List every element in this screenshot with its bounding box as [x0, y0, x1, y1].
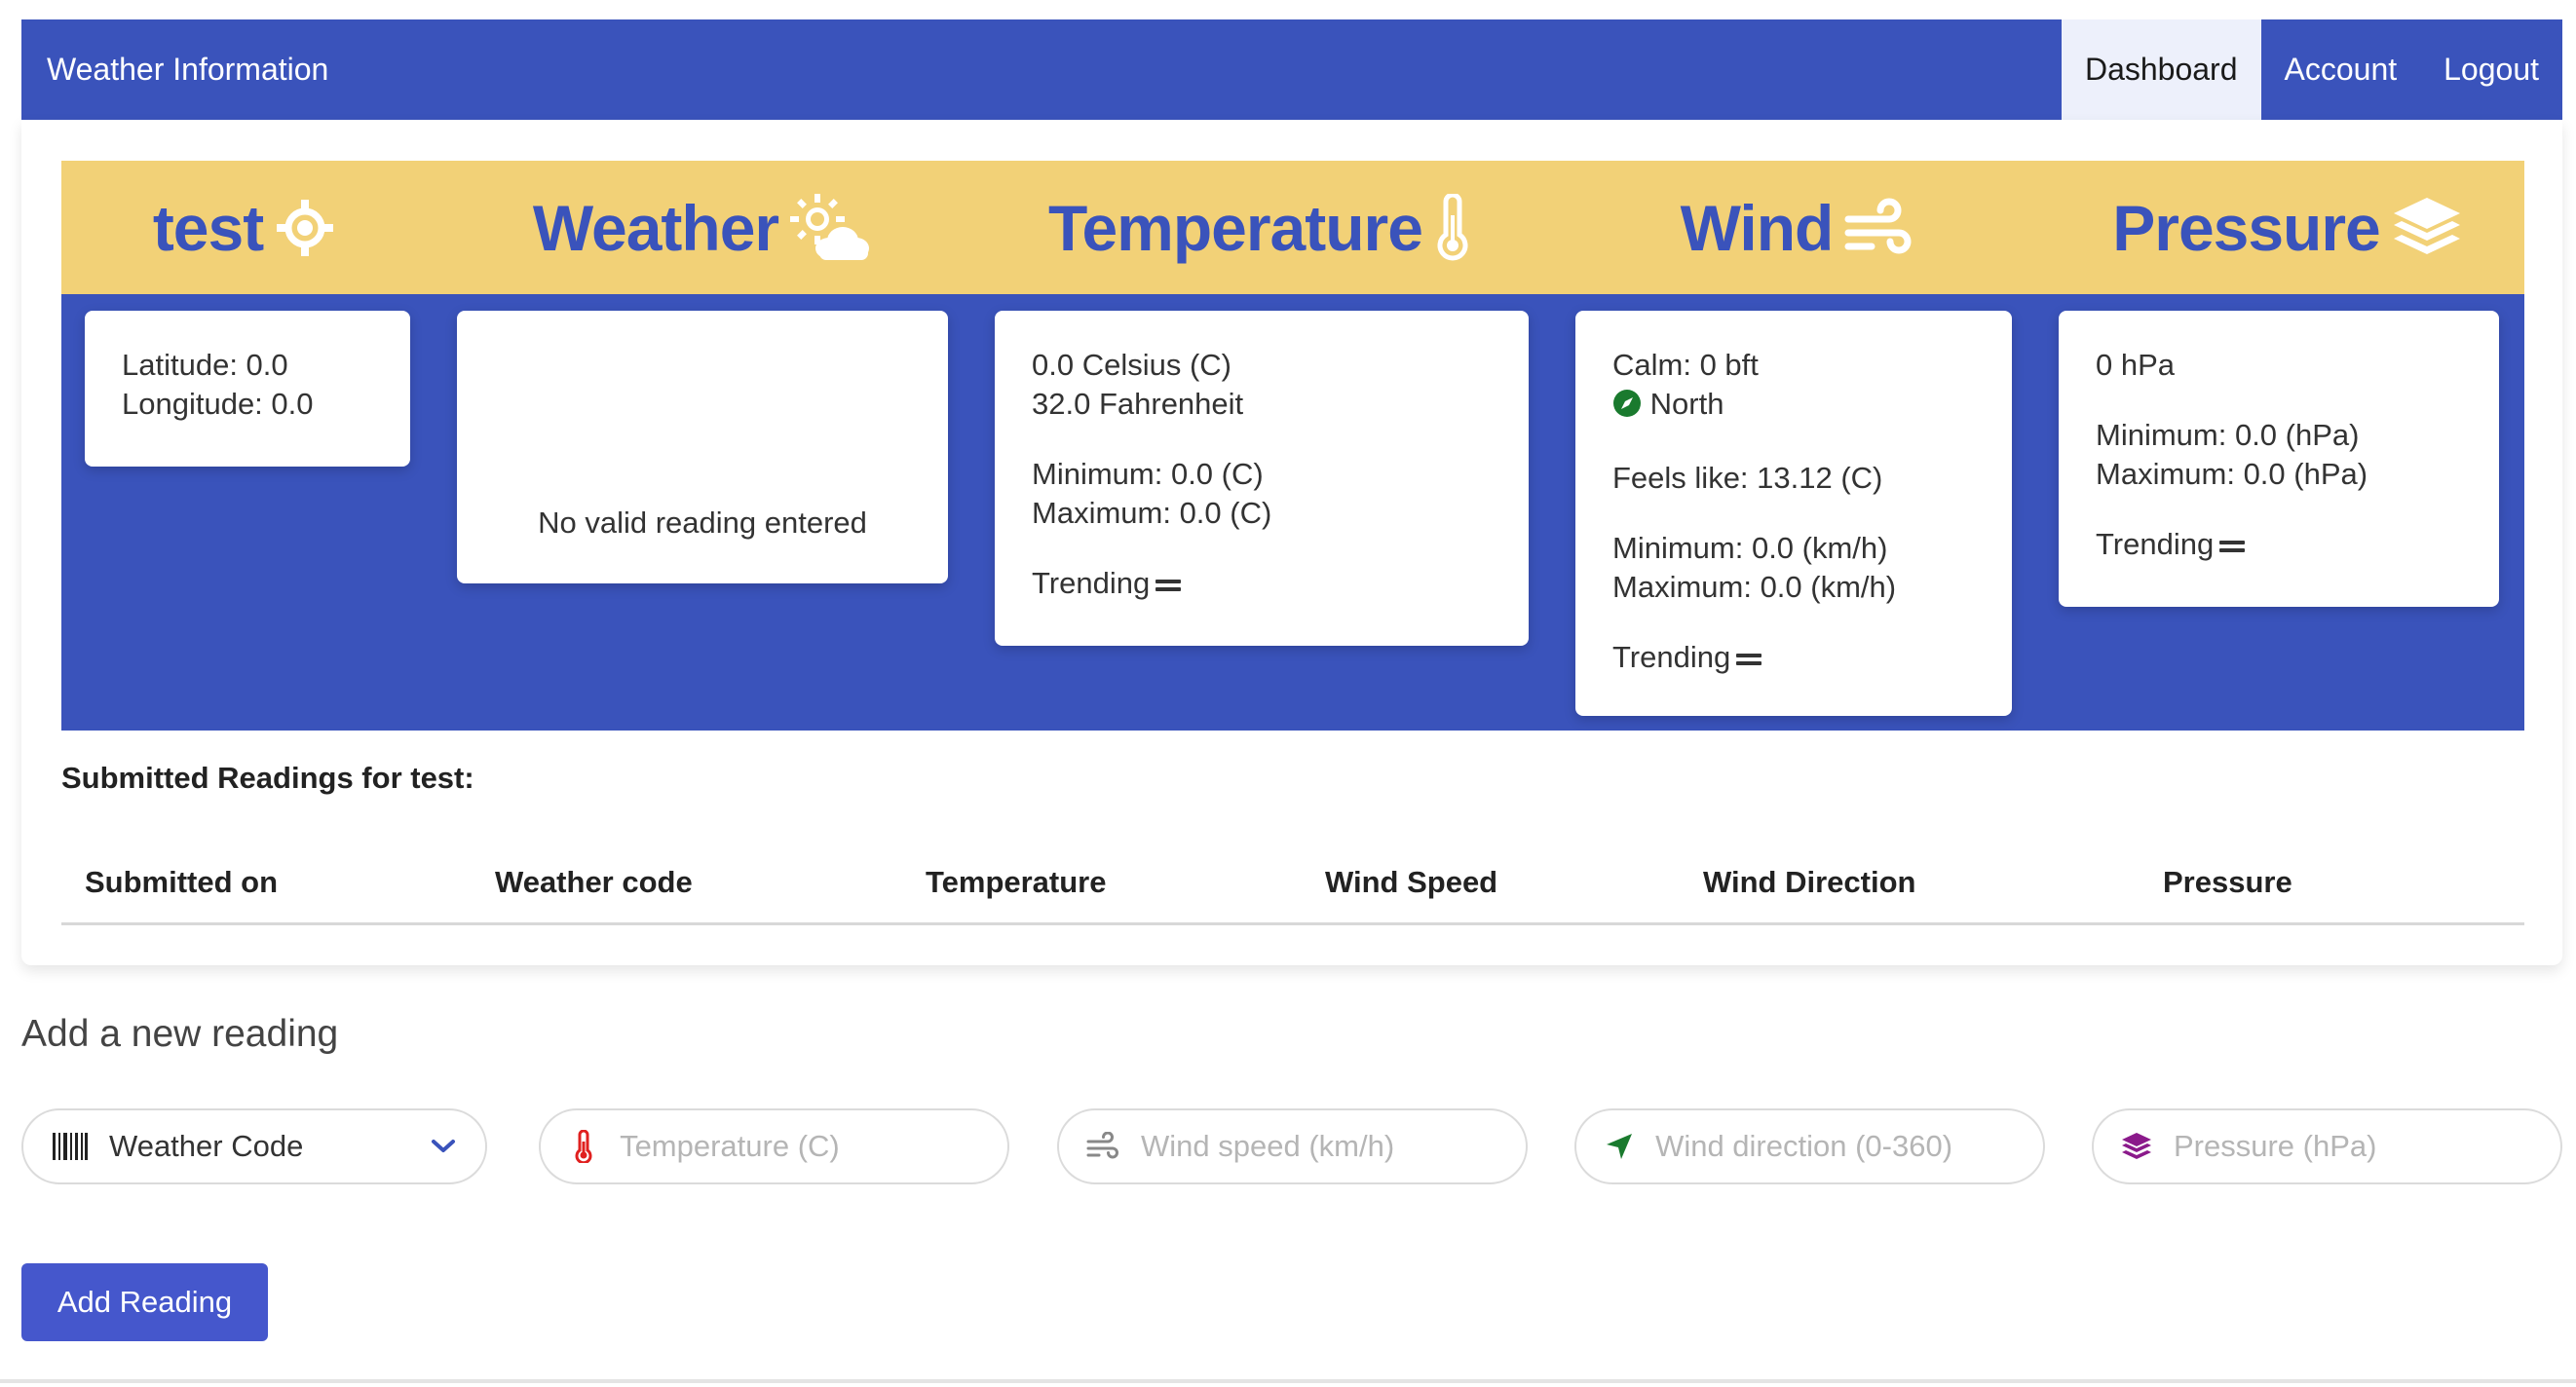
wind-speed-field[interactable] — [1057, 1108, 1528, 1184]
add-reading-button[interactable]: Add Reading — [21, 1263, 268, 1341]
thermometer-icon — [1434, 193, 1471, 262]
wind-icon — [1086, 1132, 1119, 1161]
nav-logout[interactable]: Logout — [2420, 19, 2562, 120]
col-temperature: Temperature — [926, 865, 1107, 899]
trending-label: Trending — [2096, 527, 2215, 561]
weather-title-text: Weather — [532, 191, 779, 264]
pressure-input[interactable] — [2172, 1128, 2537, 1165]
top-navbar: Weather Information Dashboard Account Lo… — [21, 19, 2562, 120]
pressure-title: Pressure — [2050, 161, 2524, 294]
brand-title[interactable]: Weather Information — [47, 52, 2062, 88]
equals-icon — [1736, 650, 1762, 669]
station-title: test — [61, 161, 427, 294]
temperature-maximum: Maximum: 0.0 (C) — [1032, 496, 1272, 530]
latitude-text: Latitude: 0.0 — [122, 348, 288, 382]
weather-code-select[interactable]: Weather Code — [21, 1108, 487, 1184]
wind-card: Calm: 0 bft North Feels like: 13.12 (C) … — [1575, 311, 2012, 716]
equals-icon — [2219, 537, 2246, 556]
location-card: Latitude: 0.0 Longitude: 0.0 — [85, 311, 410, 467]
station-title-text: test — [152, 191, 264, 264]
wind-minimum: Minimum: 0.0 (km/h) — [1612, 531, 1888, 565]
barcode-icon — [51, 1133, 90, 1160]
col-wind-speed: Wind Speed — [1325, 865, 1498, 899]
nav-account[interactable]: Account — [2261, 19, 2421, 120]
pressure-minimum: Minimum: 0.0 (hPa) — [2096, 418, 2360, 452]
wind-speed-input[interactable] — [1139, 1128, 1502, 1165]
temperature-input[interactable] — [618, 1128, 984, 1165]
weather-card: No valid reading entered — [457, 311, 948, 583]
wind-title-text: Wind — [1680, 191, 1835, 264]
trending-label: Trending — [1032, 566, 1151, 600]
temperature-trending: Trending — [1032, 564, 1492, 603]
table-divider — [61, 922, 2524, 925]
thermometer-icon — [568, 1130, 598, 1163]
temperature-celsius: 0.0 Celsius (C) — [1032, 348, 1231, 382]
location-arrow-icon — [1604, 1132, 1634, 1161]
equals-icon — [1155, 576, 1182, 595]
weather-code-selected: Weather Code — [109, 1129, 304, 1163]
sun-cloud-icon — [790, 193, 870, 262]
pressure-value: 0 hPa — [2096, 348, 2176, 382]
temperature-title: Temperature — [976, 161, 1543, 294]
wind-direction-row: North — [1612, 385, 1975, 428]
wind-direction-text: North — [1649, 387, 1724, 421]
weather-title: Weather — [427, 161, 976, 294]
temperature-title-text: Temperature — [1048, 191, 1423, 264]
crosshair-icon — [275, 198, 335, 258]
wind-direction-field[interactable] — [1574, 1108, 2045, 1184]
layers-icon — [2121, 1132, 2152, 1161]
pressure-trending: Trending — [2096, 525, 2462, 564]
pressure-maximum: Maximum: 0.0 (hPa) — [2096, 457, 2368, 491]
weather-message: No valid reading entered — [538, 506, 867, 540]
wind-trending: Trending — [1612, 638, 1975, 677]
longitude-text: Longitude: 0.0 — [122, 387, 314, 421]
chevron-down-icon — [431, 1139, 456, 1154]
wind-calm: Calm: 0 bft — [1612, 348, 1759, 382]
page-bottom-divider — [0, 1379, 2576, 1383]
wind-maximum: Maximum: 0.0 (km/h) — [1612, 570, 1897, 604]
temperature-field[interactable] — [539, 1108, 1009, 1184]
col-wind-direction: Wind Direction — [1703, 865, 1916, 899]
wind-direction-input[interactable] — [1653, 1128, 2020, 1165]
col-pressure: Pressure — [2163, 865, 2292, 899]
add-reading-title: Add a new reading — [21, 1013, 339, 1055]
nav-dashboard[interactable]: Dashboard — [2061, 19, 2261, 120]
temperature-fahrenheit: 32.0 Fahrenheit — [1032, 387, 1244, 421]
col-weather-code: Weather code — [495, 865, 693, 899]
wind-icon — [1844, 198, 1913, 258]
temperature-minimum: Minimum: 0.0 (C) — [1032, 457, 1264, 491]
readings-title: Submitted Readings for test: — [61, 761, 474, 795]
temperature-card: 0.0 Celsius (C) 32.0 Fahrenheit Minimum:… — [995, 311, 1529, 646]
layers-icon — [2392, 196, 2462, 260]
compass-icon — [1612, 389, 1642, 428]
trending-label: Trending — [1612, 640, 1731, 674]
wind-title: Wind — [1543, 161, 2050, 294]
pressure-card: 0 hPa Minimum: 0.0 (hPa) Maximum: 0.0 (h… — [2059, 311, 2499, 607]
pressure-field[interactable] — [2092, 1108, 2562, 1184]
col-submitted-on: Submitted on — [85, 865, 279, 899]
wind-feels-like: Feels like: 13.12 (C) — [1612, 461, 1883, 495]
pressure-title-text: Pressure — [2112, 191, 2381, 264]
